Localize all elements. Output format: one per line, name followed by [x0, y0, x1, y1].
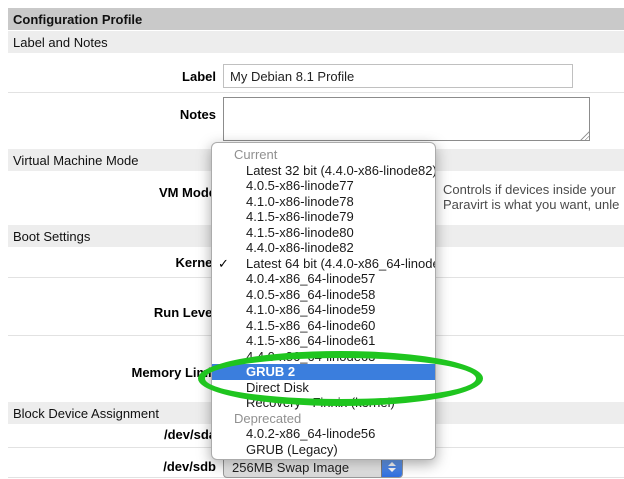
kernel-option[interactable]: 4.0.5-x86-linode77	[212, 178, 435, 194]
kernel-option-label: 4.0.5-x86_64-linode58	[246, 287, 375, 302]
kernel-option[interactable]: GRUB 2	[212, 364, 435, 380]
kernel-option[interactable]: GRUB (Legacy)	[212, 442, 435, 458]
kernel-option[interactable]: 4.1.0-x86_64-linode59	[212, 302, 435, 318]
kernel-option[interactable]: 4.0.4-x86_64-linode57	[212, 271, 435, 287]
kernel-option-label: 4.4.0-x86_64-linode63	[246, 349, 375, 364]
section-header-text: Virtual Machine Mode	[13, 153, 139, 168]
kernel-option-label: Direct Disk	[246, 380, 309, 395]
section-header-text: Block Device Assignment	[13, 406, 159, 421]
kernel-option[interactable]: 4.0.5-x86_64-linode58	[212, 287, 435, 303]
label-input[interactable]	[223, 64, 573, 88]
kernel-option-label: 4.4.0-x86-linode82	[246, 240, 354, 255]
notes-textarea[interactable]	[223, 97, 590, 141]
kernel-option[interactable]: 4.1.5-x86-linode79	[212, 209, 435, 225]
help-line-1: Controls if devices inside your	[443, 183, 624, 198]
dev-sdb-label: /dev/sdb	[8, 459, 216, 474]
kernel-option-label: 4.1.0-x86_64-linode59	[246, 302, 375, 317]
kernel-option[interactable]: 4.4.0-x86-linode82	[212, 240, 435, 256]
checkmark-icon: ✓	[218, 256, 242, 272]
kernel-option[interactable]: 4.4.0-x86_64-linode63	[212, 349, 435, 365]
dev-sda-label: /dev/sda	[8, 427, 216, 442]
page-title-text: Configuration Profile	[13, 12, 142, 27]
kernel-option-label: Recovery - Finnix (kernel)	[246, 395, 395, 410]
kernel-option-label: 4.1.5-x86_64-linode61	[246, 333, 375, 348]
notes-field-label: Notes	[8, 107, 216, 122]
chevron-up-icon	[388, 462, 396, 466]
sdb-select-value: 256MB Swap Image	[224, 460, 381, 475]
label-field-label: Label	[8, 69, 216, 84]
kernel-option-label: Deprecated	[234, 411, 301, 426]
kernel-option-label: GRUB 2	[246, 364, 295, 379]
kernel-option[interactable]: Recovery - Finnix (kernel)	[212, 395, 435, 411]
kernel-option-label: 4.0.5-x86-linode77	[246, 178, 354, 193]
kernel-option-label: Latest 64 bit (4.4.0-x86_64-linode63)	[246, 256, 436, 271]
kernel-option-label: 4.0.4-x86_64-linode57	[246, 271, 375, 286]
memory-limit-label: Memory Limit	[8, 365, 216, 380]
section-header-text: Label and Notes	[13, 35, 108, 50]
kernel-group-label: Deprecated	[212, 411, 435, 427]
section-header-label-and-notes: Label and Notes	[8, 31, 624, 53]
configuration-profile-page: Configuration Profile Label and Notes La…	[0, 0, 624, 479]
kernel-option[interactable]: 4.1.5-x86_64-linode61	[212, 333, 435, 349]
kernel-option-label: 4.0.2-x86_64-linode56	[246, 426, 375, 441]
kernel-option[interactable]: 4.1.5-x86-linode80	[212, 225, 435, 241]
run-level-label: Run Level	[8, 305, 216, 320]
section-header-text: Boot Settings	[13, 229, 90, 244]
kernel-option[interactable]: Latest 32 bit (4.4.0-x86-linode82)	[212, 163, 435, 179]
kernel-option-label: 4.1.5-x86_64-linode60	[246, 318, 375, 333]
kernel-option[interactable]: ✓ Latest 64 bit (4.4.0-x86_64-linode63)	[212, 256, 435, 272]
kernel-option-label: Latest 32 bit (4.4.0-x86-linode82)	[246, 163, 436, 178]
kernel-option[interactable]: 4.1.0-x86-linode78	[212, 194, 435, 210]
vm-mode-help-text: Controls if devices inside your Paravirt…	[443, 183, 624, 212]
kernel-option-label: 4.1.5-x86-linode79	[246, 209, 354, 224]
kernel-option[interactable]: 4.1.5-x86_64-linode60	[212, 318, 435, 334]
kernel-group-label: Current	[212, 147, 435, 163]
chevron-down-icon	[388, 468, 396, 472]
kernel-option-label: GRUB (Legacy)	[246, 442, 338, 457]
kernel-option-label: 4.1.0-x86-linode78	[246, 194, 354, 209]
vm-mode-label: VM Mode	[8, 185, 216, 200]
kernel-label: Kernel	[8, 255, 216, 270]
select-arrows-icon[interactable]	[381, 457, 402, 477]
help-line-2: Paravirt is what you want, unle	[443, 198, 624, 213]
row-divider	[8, 92, 624, 93]
kernel-option-label: Current	[234, 147, 277, 162]
kernel-option-label: 4.1.5-x86-linode80	[246, 225, 354, 240]
kernel-option[interactable]: 4.0.2-x86_64-linode56	[212, 426, 435, 442]
kernel-option[interactable]: Direct Disk	[212, 380, 435, 396]
kernel-dropdown-menu: Current Latest 32 bit (4.4.0-x86-linode8…	[211, 142, 436, 460]
page-title: Configuration Profile	[8, 8, 624, 30]
